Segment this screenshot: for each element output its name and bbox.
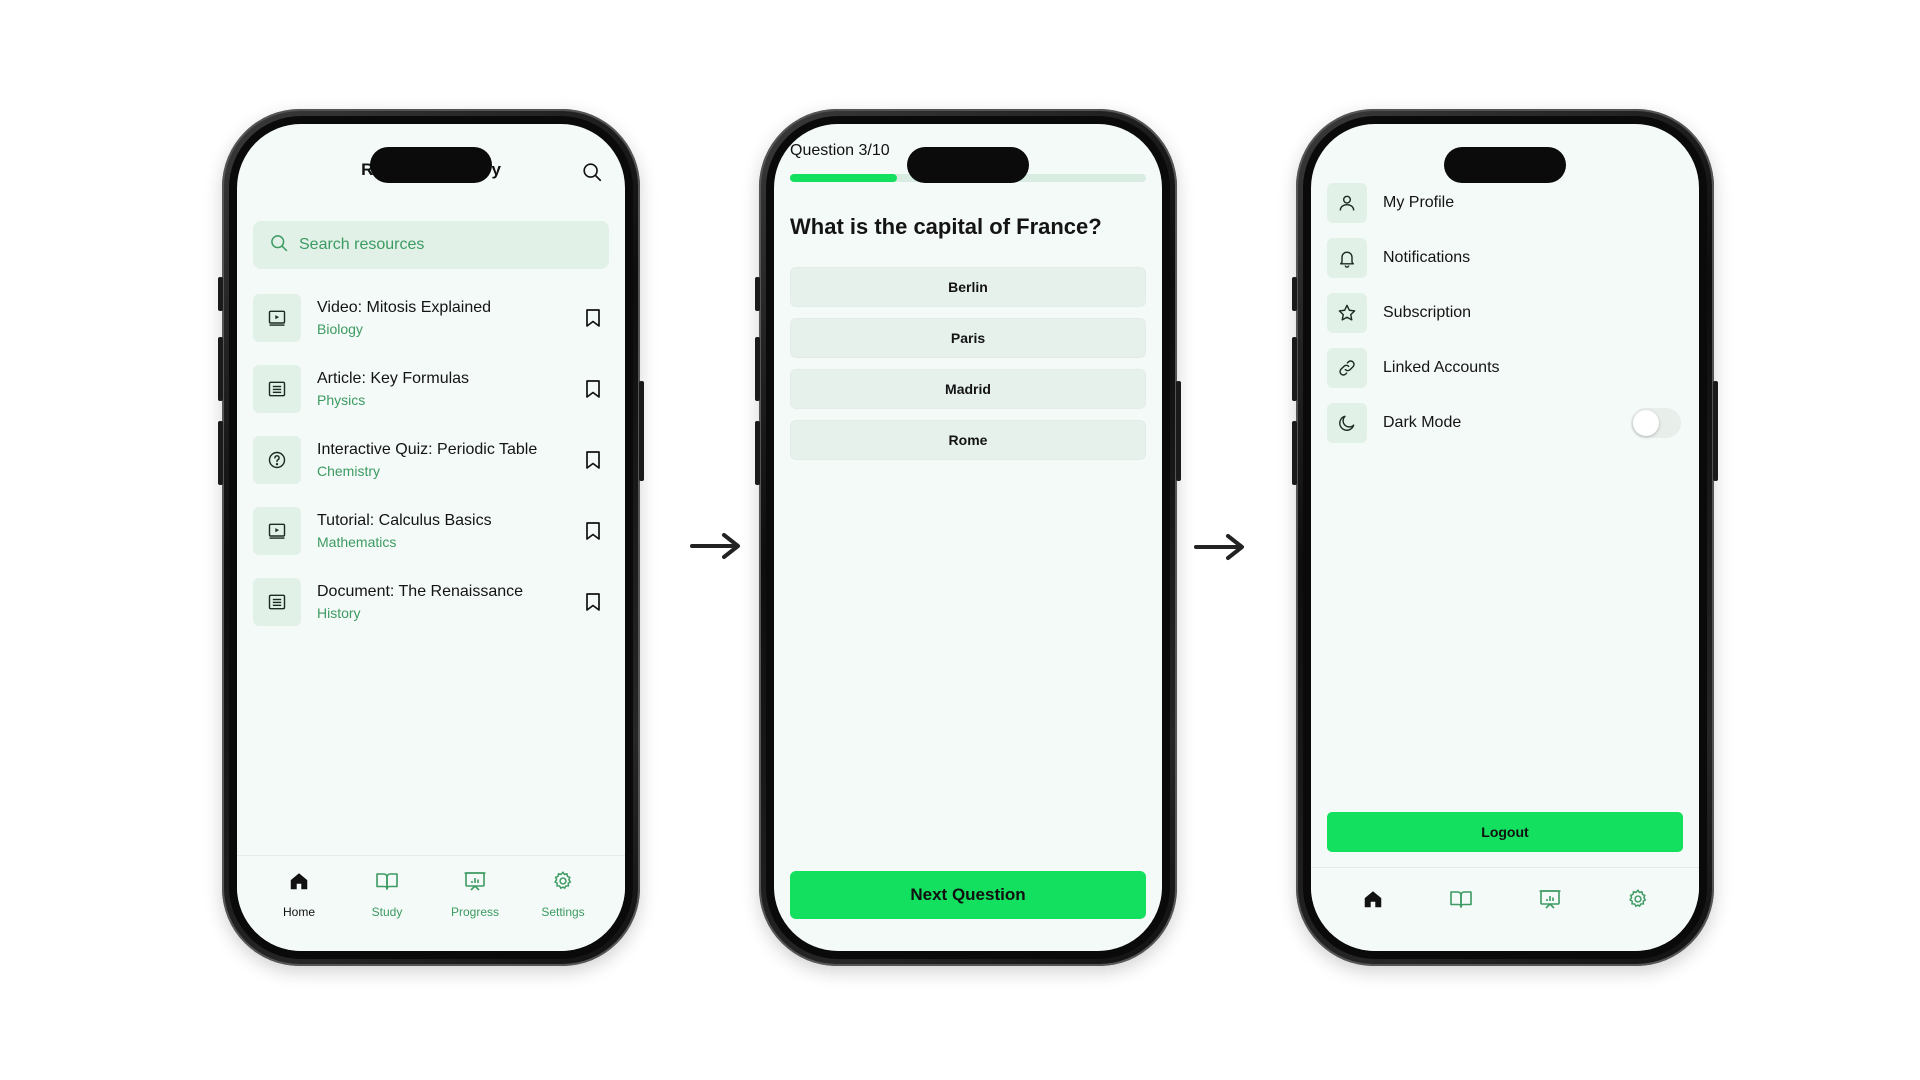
tab-progress[interactable]: Progress — [440, 870, 510, 951]
dark-mode-toggle[interactable] — [1631, 407, 1681, 438]
resource-item[interactable]: Document: The Renaissance History — [253, 566, 609, 637]
settings-screen: Settings My Profile Notifications — [1311, 124, 1699, 951]
resource-title: Interactive Quiz: Periodic Table — [317, 440, 538, 458]
gear-icon — [552, 870, 574, 897]
question-counter: Question 3/10 — [790, 142, 890, 159]
book-icon[interactable] — [1449, 888, 1473, 951]
search-icon[interactable] — [581, 161, 603, 183]
settings-item-my-profile[interactable]: My Profile — [1327, 175, 1683, 230]
search-bar[interactable] — [253, 221, 609, 269]
resource-item[interactable]: Article: Key Formulas Physics — [253, 353, 609, 424]
settings-item-label: Subscription — [1383, 303, 1472, 321]
answer-option[interactable]: Paris — [790, 318, 1146, 358]
answer-option[interactable]: Berlin — [790, 267, 1146, 307]
link-icon — [1327, 347, 1367, 388]
answer-option[interactable]: Madrid — [790, 369, 1146, 409]
settings-item-label: Notifications — [1383, 248, 1471, 266]
settings-item-label: My Profile — [1383, 193, 1455, 211]
phone-quiz: Question 3/10 What is the capital of Fra… — [755, 109, 1181, 966]
resource-library-screen: Resource Library Video: Mitosis Explaine… — [237, 124, 625, 951]
tab-label: Settings — [541, 905, 585, 919]
tab-label: Study — [371, 905, 403, 919]
logout-button[interactable]: Logout — [1327, 812, 1683, 852]
quiz-screen: Question 3/10 What is the capital of Fra… — [774, 124, 1162, 951]
book-icon — [375, 870, 399, 897]
settings-item-label: Dark Mode — [1383, 413, 1462, 431]
chart-icon — [463, 870, 487, 897]
article-icon — [253, 577, 301, 626]
resource-item[interactable]: Tutorial: Calculus Basics Mathematics — [253, 495, 609, 566]
resource-list: Video: Mitosis Explained Biology Article… — [253, 282, 609, 637]
toggle-knob — [1633, 409, 1659, 436]
chart-icon[interactable] — [1538, 888, 1562, 951]
video-icon — [253, 506, 301, 555]
search-icon — [269, 233, 289, 258]
resource-subject: Mathematics — [317, 533, 397, 550]
resource-item[interactable]: Interactive Quiz: Periodic Table Chemist… — [253, 424, 609, 495]
resource-title: Article: Key Formulas — [317, 369, 470, 387]
bookmark-icon[interactable] — [581, 519, 605, 543]
bookmark-icon[interactable] — [581, 590, 605, 614]
bookmark-icon[interactable] — [581, 377, 605, 401]
question-text: What is the capital of France? — [790, 214, 1102, 239]
bottom-tab-bar — [1311, 867, 1699, 951]
article-icon — [253, 364, 301, 413]
resource-subject: Biology — [317, 320, 363, 337]
bookmark-icon[interactable] — [581, 306, 605, 330]
home-icon — [288, 870, 310, 897]
answer-option[interactable]: Rome — [790, 420, 1146, 460]
star-icon — [1327, 292, 1367, 333]
tab-label: Home — [282, 905, 315, 919]
quiz-icon — [253, 435, 301, 484]
dynamic-island — [907, 147, 1029, 183]
stage: Resource Library Video: Mitosis Explaine… — [0, 0, 1920, 1080]
arrow-right-icon — [690, 533, 740, 559]
bottom-tab-bar: Home Study Progress Settings — [237, 855, 625, 951]
bell-icon — [1327, 237, 1367, 278]
answer-options: Berlin Paris Madrid Rome — [790, 267, 1146, 471]
home-icon[interactable] — [1362, 888, 1384, 951]
tab-label: Progress — [450, 905, 500, 919]
dynamic-island — [1444, 147, 1566, 183]
settings-item-linked-accounts[interactable]: Linked Accounts — [1327, 340, 1683, 395]
user-icon — [1327, 182, 1367, 223]
bookmark-icon[interactable] — [581, 448, 605, 472]
dynamic-island — [370, 147, 492, 183]
resource-title: Document: The Renaissance — [317, 582, 524, 600]
phone-settings: Settings My Profile Notifications — [1292, 109, 1718, 966]
settings-list: My Profile Notifications Subscription Li… — [1327, 175, 1683, 450]
resource-title: Video: Mitosis Explained — [317, 298, 492, 316]
video-icon — [253, 293, 301, 342]
resource-subject: Physics — [317, 391, 366, 408]
search-input[interactable] — [299, 236, 499, 254]
progress-fill — [790, 174, 897, 182]
settings-item-label: Linked Accounts — [1383, 358, 1500, 376]
settings-item-subscription[interactable]: Subscription — [1327, 285, 1683, 340]
resource-subject: History — [317, 604, 361, 621]
phone-resource-library: Resource Library Video: Mitosis Explaine… — [218, 109, 644, 966]
tab-home[interactable]: Home — [264, 870, 334, 951]
tab-settings[interactable]: Settings — [528, 870, 598, 951]
resource-subject: Chemistry — [317, 462, 381, 479]
settings-item-dark-mode: Dark Mode — [1327, 395, 1683, 450]
tab-study[interactable]: Study — [352, 870, 422, 951]
arrow-right-icon — [1194, 534, 1244, 560]
resource-title: Tutorial: Calculus Basics — [317, 511, 492, 529]
resource-item[interactable]: Video: Mitosis Explained Biology — [253, 282, 609, 353]
gear-icon[interactable] — [1627, 888, 1649, 951]
moon-icon — [1327, 402, 1367, 443]
next-question-button[interactable]: Next Question — [790, 871, 1146, 919]
settings-item-notifications[interactable]: Notifications — [1327, 230, 1683, 285]
